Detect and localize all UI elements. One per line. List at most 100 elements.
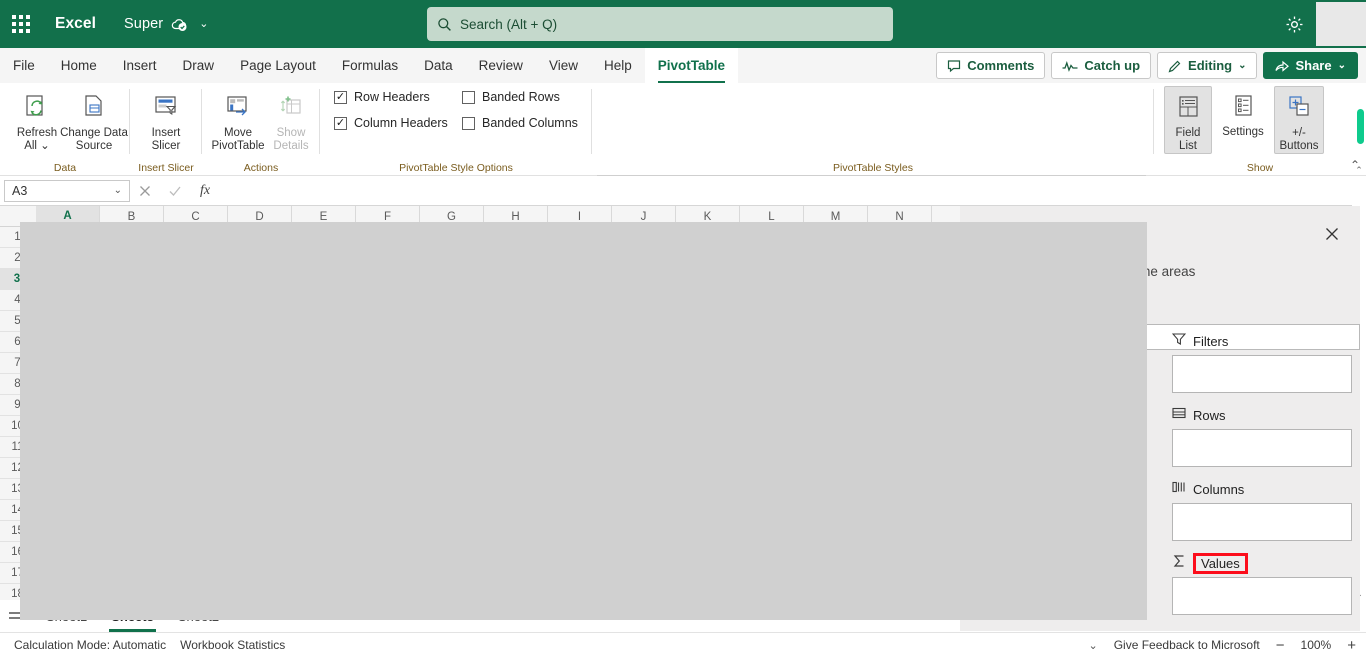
document-name[interactable]: Super — [124, 16, 163, 32]
status-bar: Calculation Mode: Automatic Workbook Sta… — [0, 632, 1366, 657]
slicer-icon — [151, 87, 181, 127]
title-bar: Excel Super ⌄ Search (Alt + Q) — [0, 0, 1366, 48]
close-pane-button[interactable] — [1320, 222, 1344, 246]
waffle-icon — [12, 15, 30, 33]
columns-icon — [1172, 480, 1186, 499]
app-title: Excel — [55, 15, 97, 32]
checkbox-icon-unchecked — [462, 90, 475, 104]
ribbon-actions: Comments Catch up Editing ⌄ Share ⌄ — [936, 48, 1358, 83]
group-label-style-options: PivotTable Style Options — [399, 162, 513, 174]
banded-rows-label: Banded Rows — [482, 90, 560, 104]
field-list-label-2: List — [1179, 140, 1197, 152]
account-avatar[interactable] — [1316, 2, 1366, 46]
zoom-out-button[interactable]: − — [1276, 637, 1285, 654]
cloud-saved-icon[interactable] — [171, 16, 188, 33]
workbook-statistics-status[interactable]: Workbook Statistics — [180, 638, 285, 652]
filters-label: Filters — [1193, 333, 1229, 349]
tab-data[interactable]: Data — [411, 48, 466, 83]
checkbox-column-headers[interactable]: ✓ Column Headers — [334, 116, 448, 130]
editing-button[interactable]: Editing ⌄ — [1157, 52, 1258, 79]
tab-pivottable[interactable]: PivotTable — [644, 48, 738, 83]
catch-up-button[interactable]: Catch up — [1051, 52, 1152, 79]
insert-function-button[interactable]: fx — [190, 176, 220, 206]
tab-formulas[interactable]: Formulas — [329, 48, 411, 83]
checkbox-banded-rows[interactable]: Banded Rows — [462, 90, 560, 104]
zoom-level[interactable]: 100% — [1301, 638, 1332, 652]
filter-icon — [1171, 332, 1187, 351]
row-headers-label: Row Headers — [354, 90, 430, 104]
enter-formula-button[interactable] — [160, 176, 190, 206]
ribbon-group-actions: Move PivotTable Show Details Actions — [202, 83, 320, 176]
status-chevron-down-icon[interactable]: ⌄ — [1088, 639, 1097, 652]
tab-page-layout[interactable]: Page Layout — [227, 48, 329, 83]
tab-review[interactable]: Review — [466, 48, 536, 83]
plus-minus-label-1: +/- — [1292, 127, 1306, 139]
settings-button[interactable] — [1278, 9, 1310, 39]
columns-label: Columns — [1193, 481, 1245, 497]
insert-slicer-label-2: Slicer — [151, 140, 181, 152]
document-menu-chevron-down-icon[interactable]: ⌄ — [199, 18, 208, 30]
plus-minus-buttons-button[interactable]: +/- Buttons — [1274, 86, 1324, 154]
plus-minus-icon — [1285, 87, 1313, 127]
insert-slicer-label-1: Insert — [151, 127, 181, 139]
gear-icon — [1286, 16, 1302, 32]
status-bar-right: ⌄ Give Feedback to Microsoft − 100% + — [1088, 637, 1356, 654]
tab-home[interactable]: Home — [48, 48, 110, 83]
checkbox-banded-columns[interactable]: Banded Columns — [462, 116, 578, 130]
zoom-in-button[interactable]: + — [1347, 637, 1356, 654]
move-pivottable-icon — [223, 87, 253, 127]
name-box[interactable]: A3 ⌄ — [4, 179, 130, 202]
group-label-actions: Actions — [243, 162, 279, 174]
name-box-chevron-down-icon: ⌄ — [113, 185, 122, 196]
pane-scrollbar-thumb[interactable] — [1357, 109, 1364, 144]
banded-columns-label: Banded Columns — [482, 116, 578, 130]
ribbon-tab-strip: File Home Insert Draw Page Layout Formul… — [0, 48, 1366, 83]
checkbox-row-headers[interactable]: ✓ Row Headers — [334, 90, 430, 104]
plus-minus-label-2: Buttons — [1279, 140, 1319, 152]
tab-help[interactable]: Help — [591, 48, 645, 83]
values-dropzone[interactable] — [1172, 577, 1352, 615]
tab-draw[interactable]: Draw — [170, 48, 228, 83]
share-button[interactable]: Share ⌄ — [1263, 52, 1358, 79]
checkbox-icon-unchecked — [462, 116, 475, 130]
change-data-source-label-2: Source — [75, 140, 113, 152]
calculation-mode-status[interactable]: Calculation Mode: Automatic — [14, 638, 166, 652]
editing-chevron-down-icon: ⌄ — [1238, 60, 1247, 71]
column-headers-label: Column Headers — [354, 116, 448, 130]
settings-pivot-button[interactable]: Settings — [1214, 86, 1272, 139]
search-box[interactable]: Search (Alt + Q) — [427, 7, 893, 41]
tab-file[interactable]: File — [0, 48, 48, 83]
ribbon-group-show: Field List Settings +/- Buttons Show ⌃ — [1154, 83, 1366, 176]
sigma-icon — [1172, 554, 1186, 573]
fx-icon: fx — [199, 182, 211, 198]
share-icon — [1275, 60, 1290, 72]
change-data-source-button[interactable]: Change Data Source — [56, 87, 132, 153]
area-values: Values — [1172, 552, 1352, 615]
scroll-up-icon[interactable]: ⌃ — [1353, 164, 1365, 176]
cancel-formula-button[interactable] — [130, 176, 160, 206]
comments-label: Comments — [967, 58, 1035, 73]
share-chevron-down-icon: ⌄ — [1337, 60, 1346, 71]
field-list-label-1: Field — [1175, 127, 1201, 139]
app-launcher-button[interactable] — [0, 0, 42, 48]
insert-slicer-button[interactable]: Insert Slicer — [131, 87, 201, 153]
rows-icon — [1172, 406, 1186, 425]
rows-dropzone[interactable] — [1172, 429, 1352, 467]
formula-input[interactable] — [226, 179, 1342, 202]
show-details-label-2: Details — [273, 140, 309, 152]
tab-view[interactable]: View — [536, 48, 591, 83]
group-label-pivottable-styles: PivotTable Styles — [833, 162, 913, 174]
filters-dropzone[interactable] — [1172, 355, 1352, 393]
feedback-link[interactable]: Give Feedback to Microsoft — [1114, 638, 1260, 652]
formula-bar: A3 ⌄ fx ⌄ — [0, 176, 1366, 206]
comments-button[interactable]: Comments — [936, 52, 1046, 79]
ribbon-group-insert-slicer: Insert Slicer Insert Slicer — [130, 83, 202, 176]
columns-dropzone[interactable] — [1172, 503, 1352, 541]
area-filters: Filters — [1171, 332, 1352, 393]
field-list-button[interactable]: Field List — [1164, 86, 1212, 154]
show-details-icon — [276, 87, 306, 127]
excel-web-app: Excel Super ⌄ Search (Alt + Q) File Home… — [0, 0, 1366, 657]
move-pivottable-label-1: Move — [223, 127, 253, 139]
tab-insert[interactable]: Insert — [110, 48, 170, 83]
ribbon-group-pivottable-styles: PivotTable Styles — [592, 83, 1154, 176]
